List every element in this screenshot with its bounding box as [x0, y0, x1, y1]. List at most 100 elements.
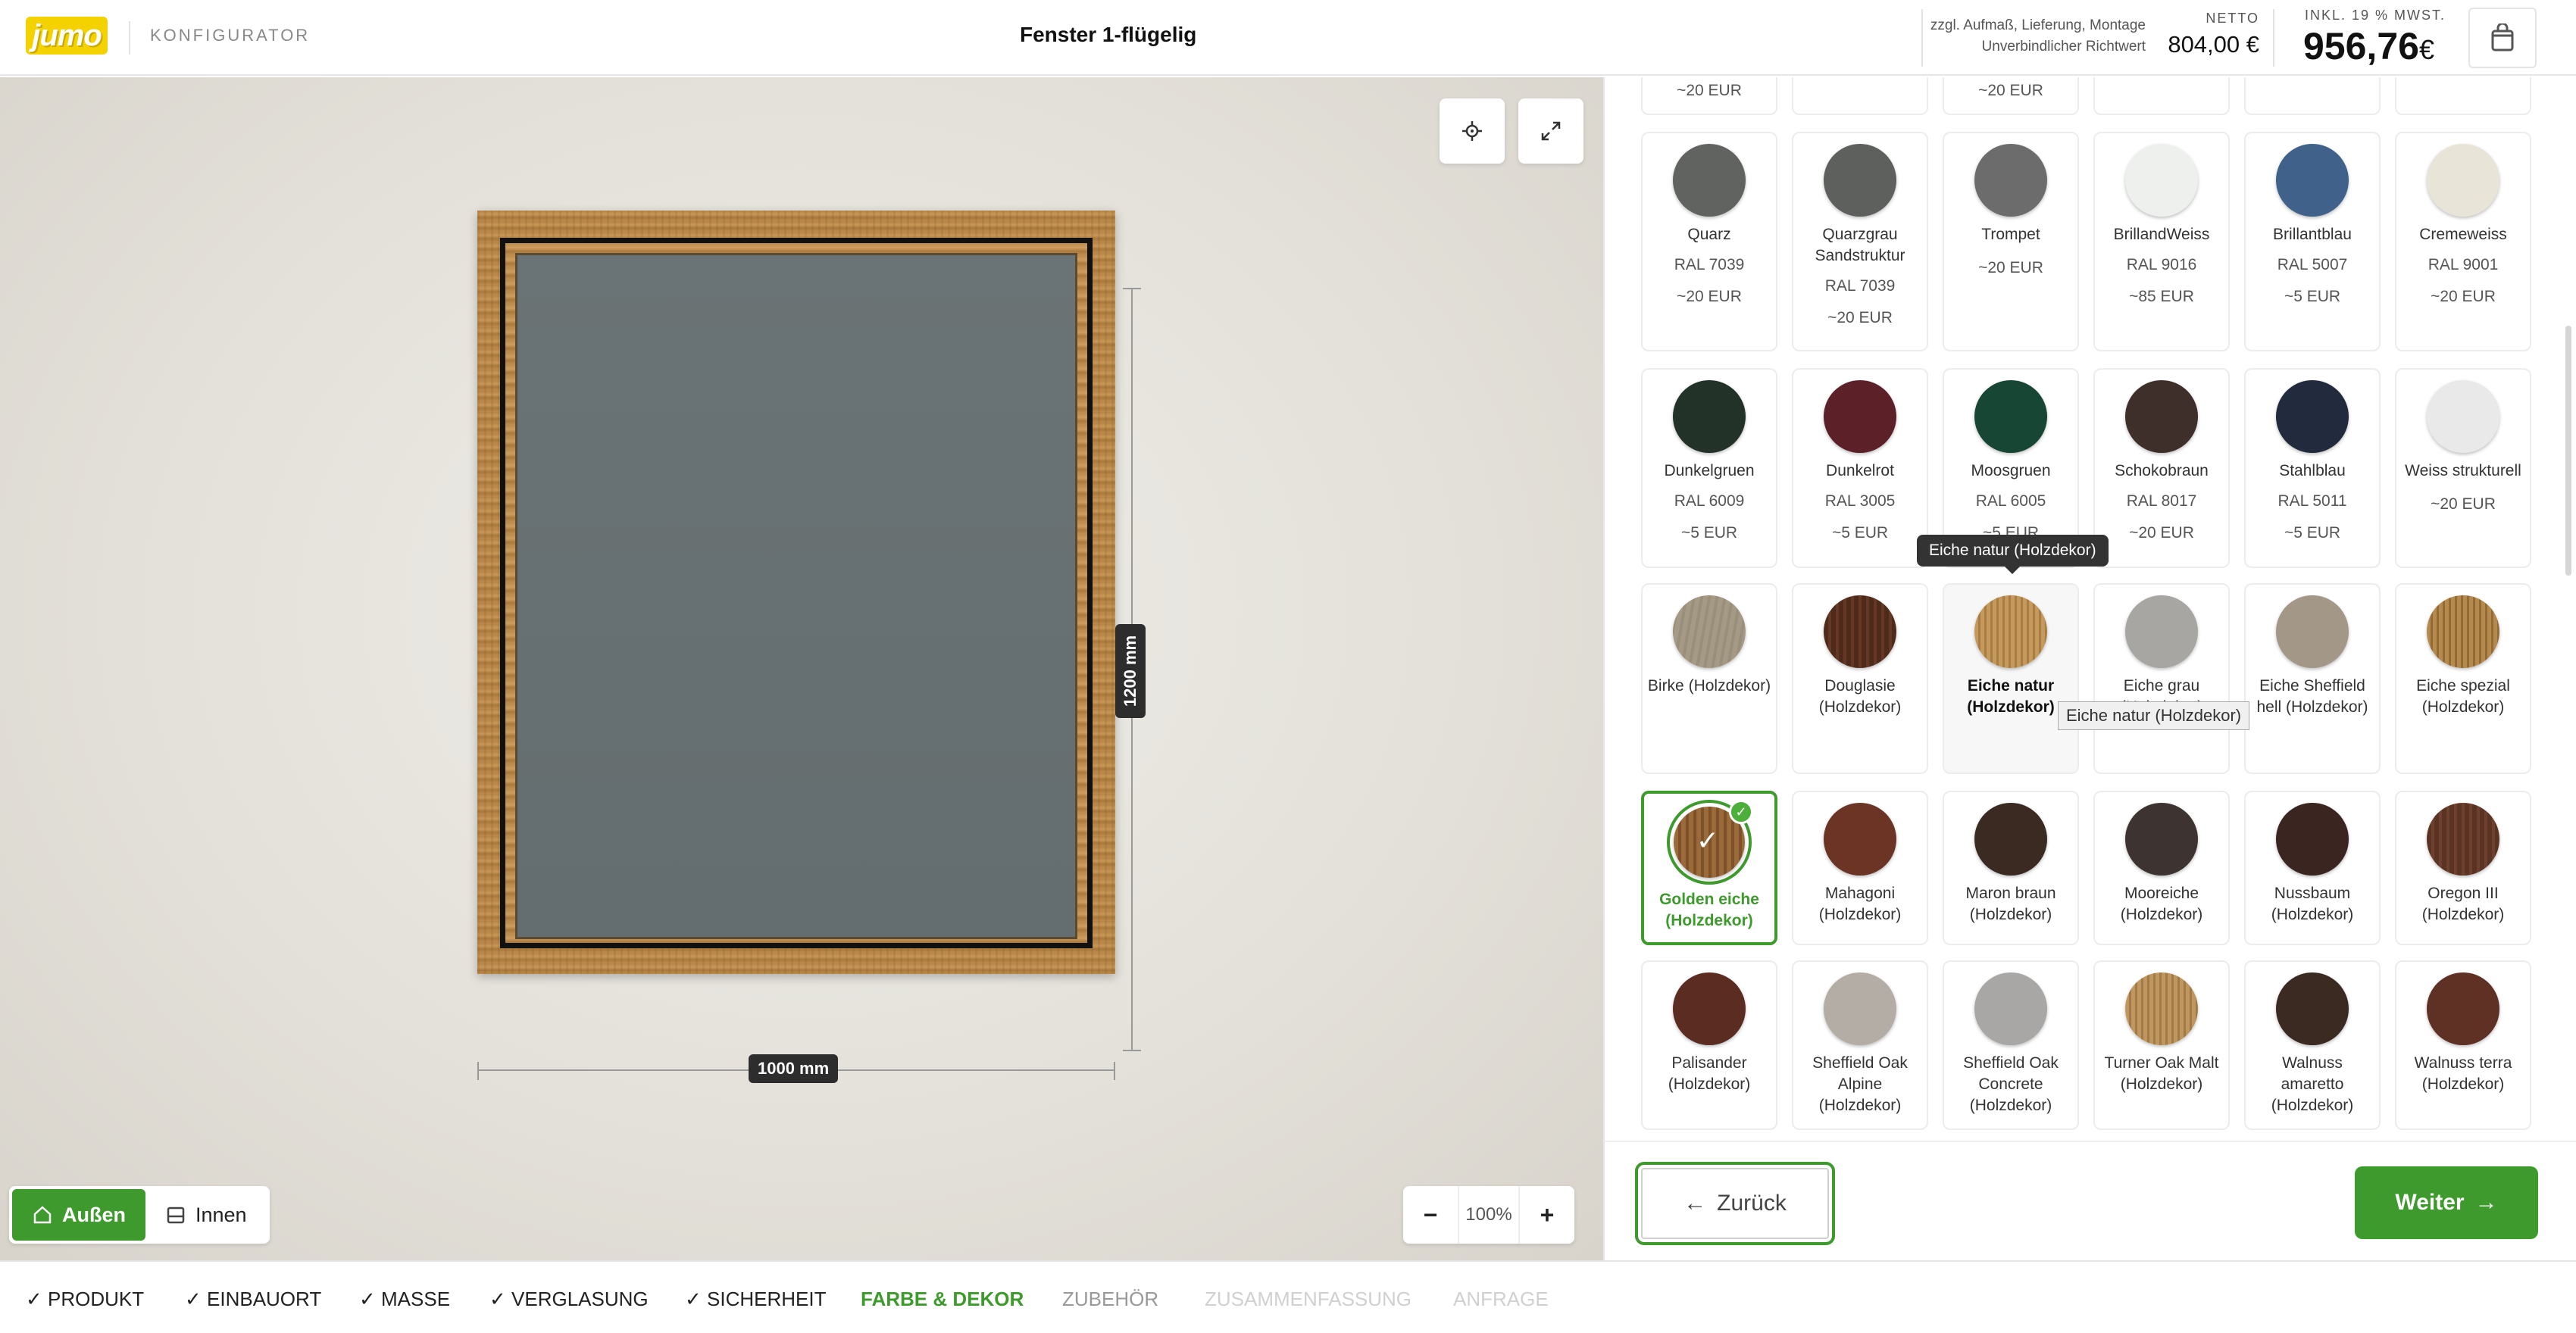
color-swatch [2427, 144, 2499, 217]
swatch-price: ~5 EUR [1680, 524, 1738, 542]
selected-badge-icon: ✓ [1729, 800, 1753, 824]
swatch-card-golden-eiche[interactable]: ✓ ✓ Golden eiche (Holzdekor) [1641, 791, 1777, 945]
swatch-card-oregon-iii[interactable]: Oregon III (Holzdekor) [2395, 791, 2531, 945]
swatch-code: RAL 7039 [1824, 277, 1896, 295]
brand-logo[interactable]: jumo [26, 17, 108, 55]
panel-scrollbar[interactable] [2565, 326, 2571, 576]
color-swatch [2427, 380, 2499, 453]
step-sicherheit[interactable]: ✓ SICHERHEIT [685, 1288, 826, 1311]
swatch-name: Schokobraun [2115, 462, 2209, 479]
swatch-card-eiche-sheffield-hell[interactable]: Eiche Sheffield hell (Holzdekor) [2244, 583, 2381, 774]
swatch-name: Dunkelrot [1826, 462, 1894, 479]
swatch-code: RAL 5011 [2277, 492, 2347, 510]
dimension-tick [477, 1062, 479, 1080]
cart-button[interactable] [2468, 8, 2537, 68]
wood-swatch [1824, 595, 1896, 668]
swatch-card-mahagoni[interactable]: Mahagoni (Holzdekor) [1792, 791, 1928, 945]
swatch-card-sheffield-oak-alpine[interactable]: Sheffield Oak Alpine (Holzdekor) [1792, 960, 1928, 1130]
color-swatch [2276, 144, 2349, 217]
swatch-card-quarzgrau[interactable]: Quarzgrau Sandstruktur RAL 7039 ~20 EUR [1792, 132, 1928, 351]
swatch-code: RAL 3005 [1824, 492, 1896, 510]
crosshair-icon [1462, 121, 1482, 141]
swatch-name: Mooreiche (Holzdekor) [2120, 885, 2203, 923]
center-view-button[interactable] [1440, 98, 1505, 164]
gross-value: 956,76€ [2303, 24, 2434, 68]
step-masse[interactable]: ✓ MASSE [359, 1288, 450, 1311]
wood-swatch [1974, 972, 2047, 1045]
swatch-card-sheffield-oak-concrete[interactable]: Sheffield Oak Concrete (Holzdekor) [1943, 960, 2079, 1130]
wood-swatch [2276, 595, 2349, 668]
swatch-card[interactable] [2093, 77, 2230, 115]
fullscreen-button[interactable] [1518, 98, 1583, 164]
swatch-name: Quarz [1687, 226, 1731, 243]
swatch-card-dunkelgruen[interactable]: Dunkelgruen RAL 6009 ~5 EUR [1641, 368, 1777, 568]
swatch-card-dunkelrot[interactable]: Dunkelrot RAL 3005 ~5 EUR [1792, 368, 1928, 568]
swatch-name: Birke (Holzdekor) [1647, 677, 1771, 695]
step-zubehoer[interactable]: ZUBEHÖR [1062, 1288, 1158, 1311]
price-note: zzgl. Aufmaß, Lieferung, Montage Unverbi… [1930, 15, 2146, 58]
view-outside-button[interactable]: Außen [12, 1189, 145, 1241]
step-verglasung[interactable]: ✓ VERGLASUNG [489, 1288, 649, 1311]
swatch-card[interactable]: ~20 EUR [1943, 77, 2079, 115]
swatch-card-brillandweiss[interactable]: BrillandWeiss RAL 9016 ~85 EUR [2093, 132, 2230, 351]
swatch-card-mooreiche[interactable]: Mooreiche (Holzdekor) [2093, 791, 2230, 945]
swatch-card-schokobraun[interactable]: Schokobraun RAL 8017 ~20 EUR [2093, 368, 2230, 568]
step-farbe-dekor[interactable]: FARBE & DEKOR [861, 1288, 1024, 1311]
gross-currency: € [2418, 34, 2434, 65]
swatch-card-brillantblau[interactable]: Brillantblau RAL 5007 ~5 EUR [2244, 132, 2381, 351]
swatch-name: Eiche Sheffield hell (Holzdekor) [2256, 677, 2368, 716]
swatch-price: ~5 EUR [2284, 288, 2341, 305]
width-dimension-label: 1000 mm [749, 1054, 839, 1083]
swatch-card-cremeweiss[interactable]: Cremeweiss RAL 9001 ~20 EUR [2395, 132, 2531, 351]
wood-swatch [2125, 595, 2198, 668]
swatch-card-birke[interactable]: Birke (Holzdekor) [1641, 583, 1777, 774]
cart-icon [2491, 23, 2514, 52]
swatch-card-turner-oak-malt[interactable]: Turner Oak Malt (Holzdekor) [2093, 960, 2230, 1130]
step-navigation: ✓ PRODUKT ✓ EINBAUORT ✓ MASSE ✓ VERGLASU… [0, 1260, 2576, 1333]
back-button[interactable]: ← Zurück [1635, 1162, 1835, 1245]
view-toggle: Außen Innen [9, 1186, 270, 1244]
swatch-card[interactable]: ~20 EUR [1641, 77, 1777, 115]
height-dimension-text: 1200 mm [1121, 635, 1140, 707]
swatch-card-maron-braun[interactable]: Maron braun (Holzdekor) [1943, 791, 2079, 945]
swatch-card-stahlblau[interactable]: Stahlblau RAL 5011 ~5 EUR [2244, 368, 2381, 568]
swatch-name: Stahlblau [2279, 462, 2346, 479]
color-swatch [1673, 144, 1746, 217]
color-swatch [2276, 380, 2349, 453]
swatch-name: Moosgruen [1971, 462, 2051, 479]
zoom-out-button[interactable]: − [1403, 1186, 1458, 1244]
netto-price: NETTO 804,00 € [2165, 11, 2259, 58]
swatch-card-eiche-natur[interactable]: Eiche natur (Holzdekor) [1943, 583, 2079, 774]
zoom-in-button[interactable]: + [1520, 1186, 1574, 1244]
step-produkt[interactable]: ✓ PRODUKT [26, 1288, 144, 1311]
dimension-tick [1114, 1062, 1115, 1080]
swatch-card-trompet[interactable]: Trompet ~20 EUR [1943, 132, 2079, 351]
swatch-code: RAL 8017 [2126, 492, 2197, 510]
swatch-card-nussbaum[interactable]: Nussbaum (Holzdekor) [2244, 791, 2381, 945]
step-einbauort[interactable]: ✓ EINBAUORT [185, 1288, 321, 1311]
swatch-card[interactable] [1792, 77, 1928, 115]
swatch-card-weiss-strukturell[interactable]: Weiss strukturell ~20 EUR [2395, 368, 2531, 568]
height-dimension-label: 1200 mm [1115, 624, 1146, 718]
swatch-name: Maron braun (Holzdekor) [1965, 885, 2056, 923]
netto-label: NETTO [2206, 11, 2259, 26]
wood-swatch [2125, 803, 2198, 876]
color-selection-panel[interactable]: ~20 EUR ~20 EUR Quarz RAL 7039 ~20 EUR Q… [1603, 77, 2576, 1260]
swatch-card-quarz[interactable]: Quarz RAL 7039 ~20 EUR [1641, 132, 1777, 351]
next-button[interactable]: Weiter → [2355, 1166, 2538, 1239]
view-inside-button[interactable]: Innen [145, 1189, 267, 1241]
color-swatch [1673, 380, 1746, 453]
swatch-card[interactable] [2244, 77, 2381, 115]
swatch-card-eiche-grau[interactable]: Eiche grau (Holzdekor) [2093, 583, 2230, 774]
swatch-card-walnuss-amaretto[interactable]: Walnuss amaretto (Holzdekor) [2244, 960, 2381, 1130]
swatch-name: Mahagoni (Holzdekor) [1818, 885, 1902, 923]
swatch-price: ~20 EUR [1978, 259, 2043, 276]
swatch-code: RAL 6009 [1674, 492, 1745, 510]
swatch-card-walnuss-terra[interactable]: Walnuss terra (Holzdekor) [2395, 960, 2531, 1130]
swatch-card-eiche-spezial[interactable]: Eiche spezial (Holzdekor) [2395, 583, 2531, 774]
dimension-tick [1123, 288, 1141, 289]
swatch-card[interactable] [2395, 77, 2531, 115]
swatch-card-palisander[interactable]: Palisander (Holzdekor) [1641, 960, 1777, 1130]
wood-swatch [2276, 972, 2349, 1045]
swatch-card-douglasie[interactable]: Douglasie (Holzdekor) [1792, 583, 1928, 774]
